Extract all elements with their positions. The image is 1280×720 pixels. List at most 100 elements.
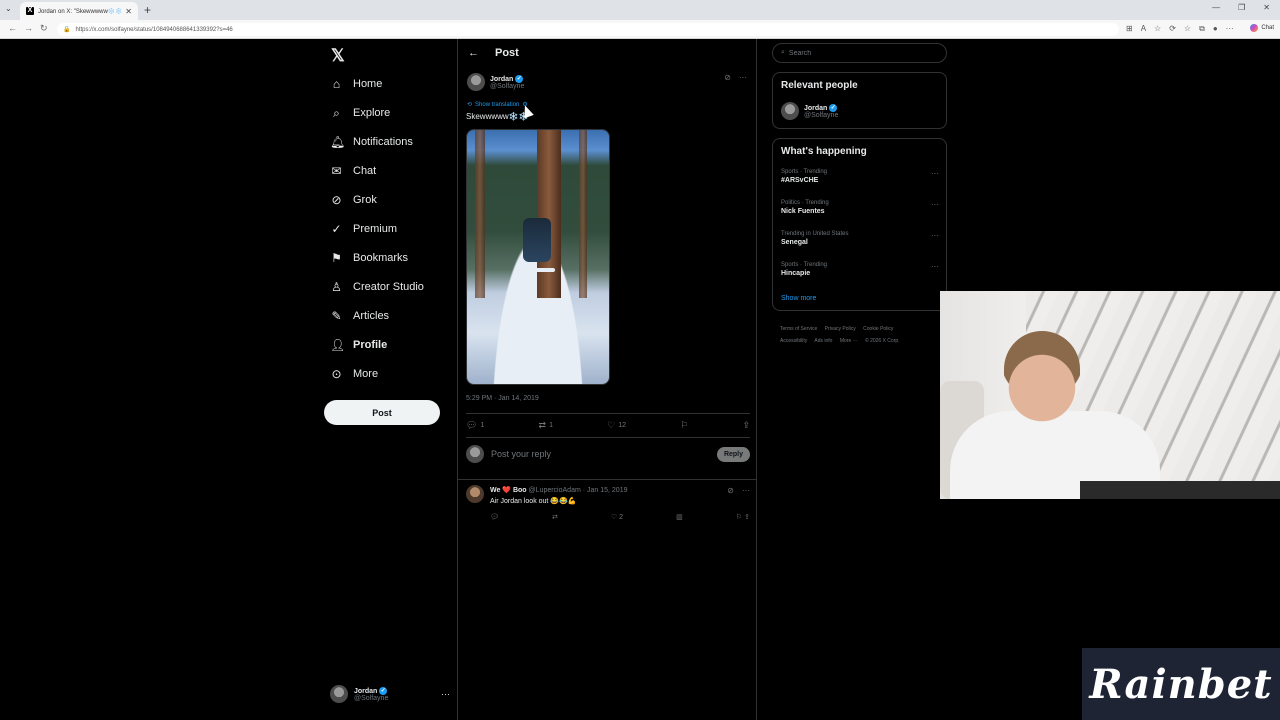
- avatar: [330, 685, 348, 703]
- favorite-star-icon[interactable]: ☆: [1154, 24, 1161, 34]
- close-window-icon[interactable]: ✕: [1263, 3, 1270, 12]
- post-button[interactable]: Post: [324, 400, 440, 425]
- search-input[interactable]: [788, 49, 929, 57]
- restore-icon[interactable]: ❐: [1238, 3, 1245, 12]
- nav-label: Profile: [353, 339, 388, 351]
- nav-grok[interactable]: ⊘ Grok: [330, 192, 376, 208]
- whats-happening-card: What's happening Sports · Trending #ARSv…: [772, 138, 947, 311]
- collections-icon[interactable]: ⧉: [1199, 24, 1205, 34]
- footer-link[interactable]: Ads info: [814, 338, 832, 344]
- relevant-people-card: Relevant people Jordan ✓ @Solfayne: [772, 72, 947, 129]
- nav-more[interactable]: ⊙ More: [330, 366, 378, 382]
- minimize-icon[interactable]: —: [1212, 3, 1220, 12]
- like-count: 12: [618, 422, 627, 429]
- extensions-icon[interactable]: ⟳: [1169, 24, 1176, 34]
- footer-link[interactable]: Terms of Service: [780, 326, 817, 332]
- footer-link[interactable]: More ···: [840, 338, 858, 344]
- profile-icon: 👤︎: [330, 338, 346, 352]
- nav-bookmarks[interactable]: ⚑ Bookmarks: [330, 250, 408, 266]
- copilot-button[interactable]: Chat: [1250, 24, 1274, 32]
- reply-input[interactable]: Post your reply: [491, 449, 710, 459]
- apps-icon[interactable]: ⊞: [1126, 24, 1133, 34]
- more-options-icon[interactable]: ···: [931, 262, 939, 271]
- post-author[interactable]: Jordan ✓ @Solfayne: [467, 73, 524, 91]
- footer-link[interactable]: Cookie Policy: [863, 326, 893, 332]
- account-handle: @Solfayne: [354, 694, 389, 702]
- avatar[interactable]: [466, 485, 484, 503]
- repost-action[interactable]: ⇄ 1: [539, 420, 553, 431]
- trend-item[interactable]: Sports · Trending #ARSvCHE ···: [781, 169, 939, 184]
- verified-badge-icon: ✓: [515, 74, 524, 83]
- read-aloud-icon[interactable]: A: [1141, 24, 1146, 34]
- nav-profile[interactable]: 👤︎ Profile: [330, 337, 387, 353]
- nav-premium[interactable]: ✓ Premium: [330, 221, 397, 237]
- show-more-link[interactable]: Show more: [781, 295, 816, 302]
- reply-header: We ❤️ Boo @LupercioAdam · Jan 15, 2019: [490, 486, 628, 494]
- reply-action[interactable]: 💬︎ 1: [466, 420, 484, 431]
- account-switcher[interactable]: Jordan ✓ @Solfayne ···: [330, 685, 450, 703]
- nav-articles[interactable]: ✎ Articles: [330, 308, 389, 324]
- like-action[interactable]: ♡ 2: [611, 513, 623, 521]
- sponsor-logo: Rainbet: [1082, 648, 1280, 720]
- back-icon[interactable]: ←: [8, 23, 17, 33]
- new-tab-icon[interactable]: +: [144, 3, 151, 17]
- refresh-icon[interactable]: ↻: [40, 23, 48, 34]
- show-translation-link[interactable]: ⟲ Show translation ⚙: [467, 101, 528, 109]
- reply-text: Air Jordan look out 😂😂💪: [490, 498, 577, 505]
- avatar[interactable]: [467, 73, 485, 91]
- profile-avatar-icon[interactable]: ●: [1213, 24, 1218, 34]
- trend-item[interactable]: Sports · Trending Hincapie ···: [781, 262, 939, 277]
- nav-explore[interactable]: ⌕ Explore: [330, 105, 390, 121]
- footer-link[interactable]: Accessibility: [780, 338, 807, 344]
- trend-title: Nick Fuentes: [781, 208, 825, 215]
- streamer-head: [1004, 331, 1080, 423]
- browser-tab[interactable]: X Jordan on X: "Skewwwww❄️❄️" / X ✕: [20, 2, 138, 20]
- trend-item[interactable]: Politics · Trending Nick Fuentes ···: [781, 200, 939, 215]
- nav-label: Chat: [353, 165, 377, 177]
- reply-author-name[interactable]: We ❤️ Boo: [490, 487, 527, 494]
- relevant-person[interactable]: Jordan ✓ @Solfayne: [781, 102, 838, 120]
- more-options-icon[interactable]: ···: [742, 486, 750, 495]
- reply-button[interactable]: Reply: [716, 446, 750, 462]
- search-box[interactable]: ⌕: [772, 43, 947, 63]
- reply-icon[interactable]: 💬︎: [490, 513, 499, 521]
- close-tab-icon[interactable]: ✕: [125, 7, 132, 16]
- x-logo-icon[interactable]: 𝕏: [331, 46, 345, 66]
- browser-tab-strip: ⌄ X Jordan on X: "Skewwwww❄️❄️" / X ✕ + …: [0, 0, 1280, 20]
- views-icon[interactable]: ▥: [676, 513, 683, 521]
- bookmark-action[interactable]: ⚐: [680, 420, 688, 431]
- more-options-icon[interactable]: ···: [739, 73, 747, 82]
- search-icon: ⌕: [333, 105, 340, 120]
- repost-icon[interactable]: ⇄: [552, 513, 558, 521]
- grok-icon[interactable]: ⊘: [724, 73, 731, 82]
- post-media-image[interactable]: [466, 129, 610, 385]
- trend-item[interactable]: Trending in United States Senegal ···: [781, 231, 939, 246]
- bookmark-icon: ⚐: [680, 420, 689, 430]
- footer-link[interactable]: Privacy Policy: [825, 326, 856, 332]
- tab-list-icon[interactable]: ⌄: [5, 4, 12, 13]
- back-arrow-icon[interactable]: ←: [468, 47, 479, 59]
- share-action[interactable]: ⇪: [742, 420, 750, 431]
- share-icon[interactable]: ⇪: [744, 514, 750, 521]
- nav-notifications[interactable]: 🔔︎ Notifications: [330, 134, 413, 150]
- more-options-icon[interactable]: ···: [931, 169, 939, 178]
- page-title: Post: [495, 47, 519, 59]
- bookmark-icon[interactable]: ⚐: [736, 514, 742, 521]
- trend-category: Trending in United States: [781, 231, 849, 237]
- lock-icon: 🔒: [63, 27, 71, 33]
- favorites-icon[interactable]: ☆: [1184, 24, 1191, 34]
- address-bar[interactable]: 🔒 https://x.com/solfayne/status/10849406…: [57, 23, 1119, 36]
- more-options-icon[interactable]: ···: [931, 200, 939, 209]
- trend-title: #ARSvCHE: [781, 177, 819, 184]
- nav-creator-studio[interactable]: ♙ Creator Studio: [330, 279, 424, 295]
- nav-home[interactable]: ⌂ Home: [330, 76, 382, 92]
- nav-chat[interactable]: ✉ Chat: [330, 163, 376, 179]
- post-timestamp[interactable]: 5:29 PM · Jan 14, 2019: [466, 395, 539, 402]
- more-options-icon[interactable]: ···: [931, 231, 939, 240]
- like-action[interactable]: ♡ 12: [607, 420, 626, 431]
- settings-more-icon[interactable]: ···: [1226, 24, 1234, 34]
- forward-icon[interactable]: →: [24, 23, 33, 33]
- address-toolbar: ← → ↻ 🔒 https://x.com/solfayne/status/10…: [0, 20, 1280, 39]
- more-options-icon[interactable]: ···: [441, 689, 450, 699]
- grok-icon[interactable]: ⊘: [727, 486, 734, 495]
